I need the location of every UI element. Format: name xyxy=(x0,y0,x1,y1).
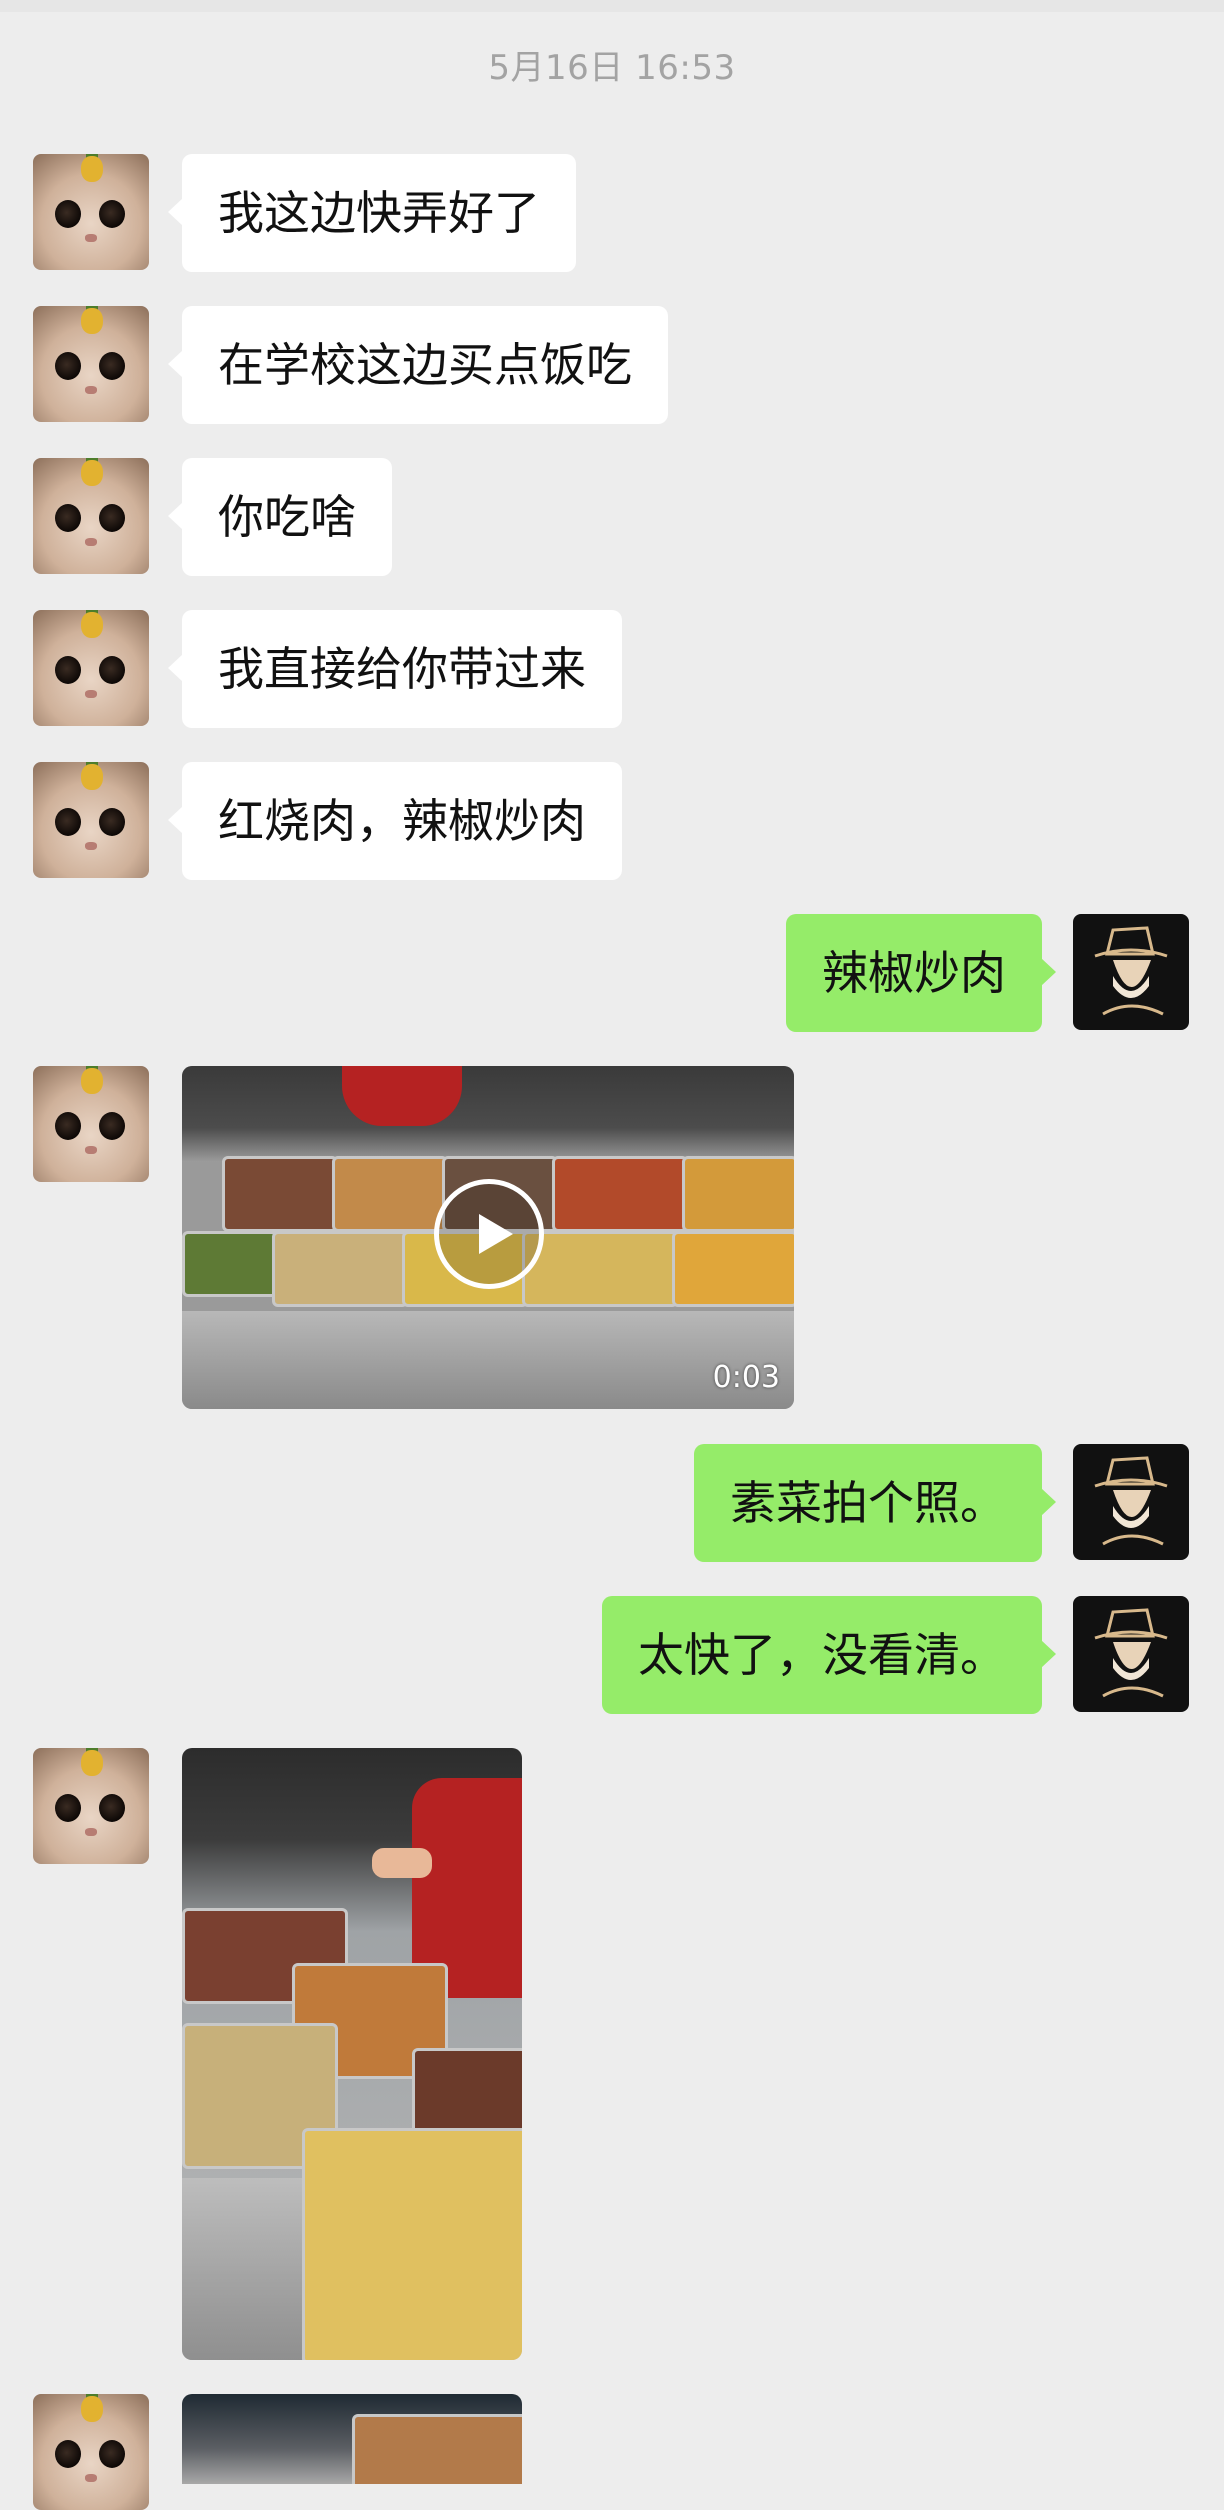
video-message[interactable]: 0:03 xyxy=(182,1066,794,1409)
image-message[interactable] xyxy=(182,2394,522,2484)
message-bubble-incoming[interactable]: 我这边快弄好了 xyxy=(168,154,576,272)
self-avatar[interactable] xyxy=(1073,914,1189,1030)
image-message[interactable] xyxy=(182,1748,522,2360)
contact-avatar[interactable] xyxy=(33,1066,149,1182)
cat-avatar-icon xyxy=(33,154,149,270)
hat-avatar-icon xyxy=(1073,1596,1189,1712)
message-bubble-incoming[interactable]: 红烧肉，辣椒炒肉 xyxy=(168,762,622,880)
hat-avatar-icon xyxy=(1073,914,1189,1030)
contact-avatar[interactable] xyxy=(33,154,149,270)
contact-avatar[interactable] xyxy=(33,1748,149,1864)
cat-avatar-icon xyxy=(33,610,149,726)
contact-avatar[interactable] xyxy=(33,610,149,726)
cat-avatar-icon xyxy=(33,1066,149,1182)
self-avatar[interactable] xyxy=(1073,1596,1189,1712)
message-bubble-incoming[interactable]: 在学校这边买点饭吃 xyxy=(168,306,668,424)
cat-avatar-icon xyxy=(33,1748,149,1864)
food-photo xyxy=(182,2394,522,2484)
message-bubble-incoming[interactable]: 你吃啥 xyxy=(168,458,392,576)
cat-avatar-icon xyxy=(33,458,149,574)
hat-avatar-icon xyxy=(1073,1444,1189,1560)
chat-timestamp: 5月16日 16:53 xyxy=(488,48,736,88)
contact-avatar[interactable] xyxy=(33,762,149,878)
message-bubble-incoming[interactable]: 我直接给你带过来 xyxy=(168,610,622,728)
contact-avatar[interactable] xyxy=(33,306,149,422)
cat-avatar-icon xyxy=(33,762,149,878)
video-duration: 0:03 xyxy=(712,1360,780,1395)
contact-avatar[interactable] xyxy=(33,458,149,574)
message-bubble-outgoing[interactable]: 素菜拍个照。 xyxy=(694,1444,1056,1562)
cat-avatar-icon xyxy=(33,2394,149,2510)
self-avatar[interactable] xyxy=(1073,1444,1189,1560)
play-icon[interactable] xyxy=(434,1179,544,1289)
top-edge xyxy=(0,0,1224,12)
message-bubble-outgoing[interactable]: 辣椒炒肉 xyxy=(786,914,1056,1032)
message-bubble-outgoing[interactable]: 太快了，没看清。 xyxy=(602,1596,1056,1714)
video-thumbnail: 0:03 xyxy=(182,1066,794,1409)
food-photo xyxy=(182,1748,522,2360)
cat-avatar-icon xyxy=(33,306,149,422)
contact-avatar[interactable] xyxy=(33,2394,149,2510)
